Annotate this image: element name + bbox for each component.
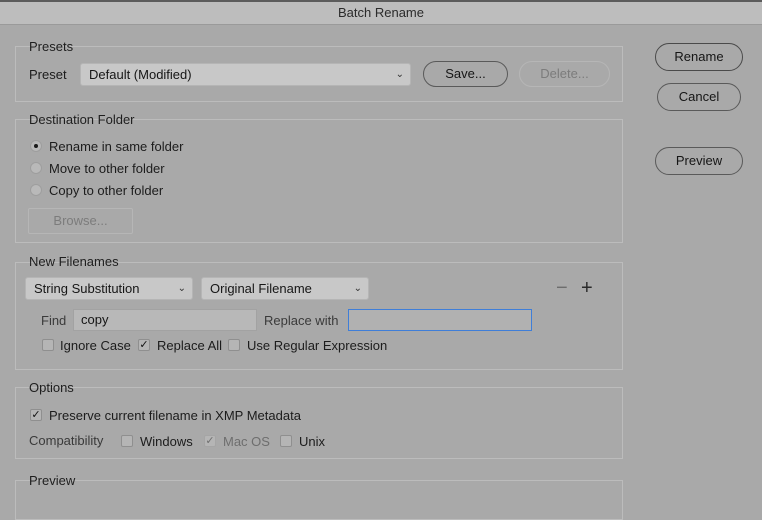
preserve-xmp-checkbox[interactable]: ✓ — [30, 409, 42, 421]
regex-checkbox[interactable] — [228, 339, 240, 351]
delete-preset-button[interactable]: Delete... — [519, 61, 610, 87]
macos-checkbox[interactable]: ✓ — [204, 435, 216, 447]
unix-label: Unix — [299, 434, 326, 449]
source-select[interactable]: Original Filename ⌄ — [201, 277, 369, 300]
source-select-value: Original Filename — [210, 281, 312, 296]
regex-label: Use Regular Expression — [247, 338, 388, 353]
chevron-down-icon: ⌄ — [353, 283, 362, 294]
preview-group — [15, 480, 623, 520]
ignore-case-checkbox[interactable] — [42, 339, 54, 351]
radio-move-other-folder[interactable] — [30, 162, 42, 174]
plus-icon[interactable]: + — [581, 278, 593, 298]
presets-legend: Presets — [29, 39, 74, 54]
preserve-xmp-label: Preserve current filename in XMP Metadat… — [49, 408, 301, 423]
rename-type-value: String Substitution — [34, 281, 140, 296]
title-bar: Batch Rename — [0, 0, 762, 25]
replace-all-label: Replace All — [157, 338, 223, 353]
compatibility-label: Compatibility — [29, 433, 104, 448]
windows-checkbox[interactable] — [121, 435, 133, 447]
browse-button[interactable]: Browse... — [28, 208, 133, 234]
unix-checkbox[interactable] — [280, 435, 292, 447]
windows-label: Windows — [140, 434, 193, 449]
save-preset-button[interactable]: Save... — [423, 61, 508, 87]
preset-label: Preset — [29, 67, 67, 82]
preview-legend: Preview — [29, 473, 76, 488]
replace-with-label: Replace with — [264, 313, 339, 328]
cancel-button[interactable]: Cancel — [657, 83, 741, 111]
chevron-down-icon: ⌄ — [395, 69, 404, 80]
new-filenames-legend: New Filenames — [29, 254, 119, 269]
ignore-case-label: Ignore Case — [60, 338, 131, 353]
title-bar-edge — [0, 0, 762, 2]
minus-icon[interactable]: − — [556, 278, 568, 298]
preview-button[interactable]: Preview — [655, 147, 743, 175]
rename-type-select[interactable]: String Substitution ⌄ — [25, 277, 193, 300]
move-other-folder-label: Move to other folder — [49, 161, 165, 176]
radio-copy-other-folder[interactable] — [30, 184, 42, 196]
window-title: Batch Rename — [338, 5, 424, 20]
macos-label: Mac OS — [223, 434, 270, 449]
replace-with-input[interactable] — [348, 309, 532, 331]
find-label: Find — [41, 313, 67, 328]
radio-rename-same-folder[interactable] — [30, 140, 42, 152]
destination-legend: Destination Folder — [29, 112, 135, 127]
preset-select-value: Default (Modified) — [89, 67, 192, 82]
replace-all-checkbox[interactable]: ✓ — [138, 339, 150, 351]
chevron-down-icon: ⌄ — [177, 283, 186, 294]
rename-button[interactable]: Rename — [655, 43, 743, 71]
preset-select[interactable]: Default (Modified) ⌄ — [80, 63, 411, 86]
options-legend: Options — [29, 380, 74, 395]
rename-same-folder-label: Rename in same folder — [49, 139, 184, 154]
find-input[interactable]: copy — [73, 309, 257, 331]
copy-other-folder-label: Copy to other folder — [49, 183, 164, 198]
